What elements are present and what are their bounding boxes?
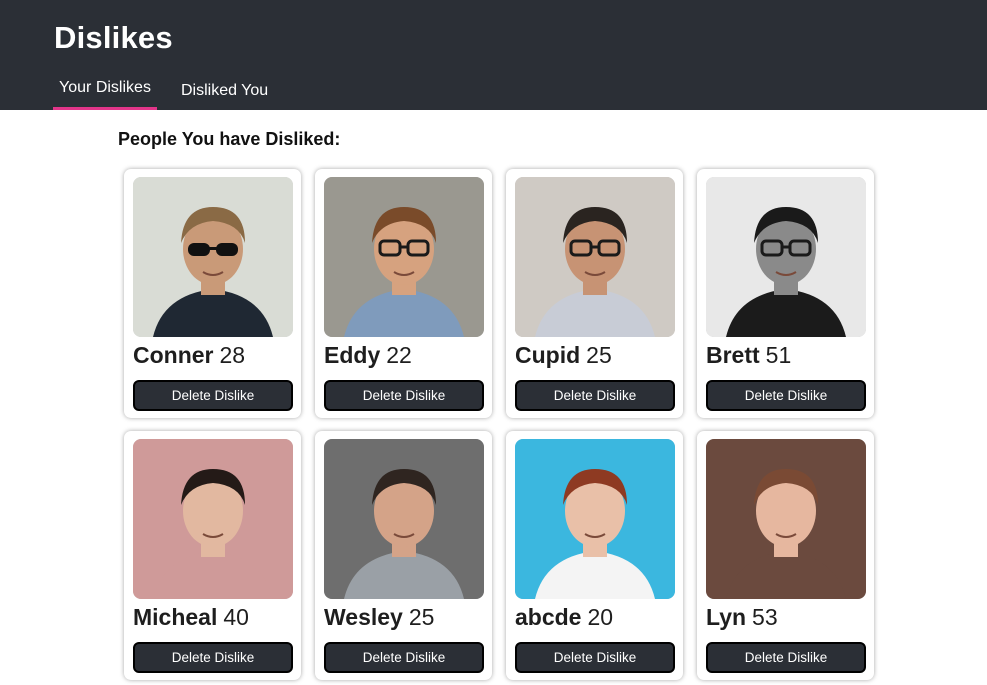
name-age-row: Lyn 53 — [706, 604, 778, 631]
delete-dislike-button[interactable]: Delete Dislike — [706, 380, 866, 411]
profile-photo — [706, 439, 866, 599]
active-tab-indicator — [53, 107, 157, 110]
profile-name: Eddy — [324, 342, 381, 368]
delete-dislike-button[interactable]: Delete Dislike — [706, 642, 866, 673]
delete-dislike-button[interactable]: Delete Dislike — [515, 380, 675, 411]
profile-card: Conner 28 Delete Dislike — [124, 169, 301, 418]
name-age-row: Micheal 40 — [133, 604, 249, 631]
name-age-row: Wesley 25 — [324, 604, 434, 631]
profile-age: 53 — [752, 604, 778, 630]
profile-card: abcde 20 Delete Dislike — [506, 431, 683, 680]
profile-age: 22 — [386, 342, 412, 368]
profile-age: 25 — [586, 342, 612, 368]
tab-your-dislikes-label: Your Dislikes — [59, 79, 151, 96]
delete-dislike-button[interactable]: Delete Dislike — [324, 642, 484, 673]
delete-dislike-button[interactable]: Delete Dislike — [324, 380, 484, 411]
profile-photo — [324, 177, 484, 337]
profile-card: Cupid 25 Delete Dislike — [506, 169, 683, 418]
tab-your-dislikes[interactable]: Your Dislikes — [53, 78, 157, 110]
profile-name: Lyn — [706, 604, 747, 630]
delete-dislike-button[interactable]: Delete Dislike — [133, 380, 293, 411]
name-age-row: Conner 28 — [133, 342, 245, 369]
top-header: Dislikes Your Dislikes Disliked You — [0, 0, 987, 110]
profile-card: Lyn 53 Delete Dislike — [697, 431, 874, 680]
profile-photo — [515, 177, 675, 337]
profile-name: Brett — [706, 342, 760, 368]
profile-grid: Conner 28 Delete Dislike Eddy 22 Delete Di… — [124, 169, 876, 680]
profile-card: Brett 51 Delete Dislike — [697, 169, 874, 418]
profile-age: 25 — [408, 604, 435, 630]
profile-name: abcde — [515, 604, 582, 630]
profile-name: Micheal — [133, 604, 218, 630]
profile-age: 40 — [223, 604, 249, 630]
profile-age: 51 — [765, 342, 792, 368]
profile-photo — [706, 177, 866, 337]
profile-age: 28 — [219, 342, 246, 368]
profile-photo — [133, 439, 293, 599]
profile-name: Conner — [133, 342, 214, 368]
profile-photo — [324, 439, 484, 599]
name-age-row: abcde 20 — [515, 604, 613, 631]
profile-card: Micheal 40 Delete Dislike — [124, 431, 301, 680]
section-heading: People You have Disliked: — [118, 129, 341, 149]
name-age-row: Cupid 25 — [515, 342, 612, 369]
profile-photo — [133, 177, 293, 337]
profile-name: Wesley — [324, 604, 403, 630]
tab-disliked-you[interactable]: Disliked You — [181, 82, 268, 114]
delete-dislike-button[interactable]: Delete Dislike — [133, 642, 293, 673]
name-age-row: Eddy 22 — [324, 342, 412, 369]
name-age-row: Brett 51 — [706, 342, 791, 369]
delete-dislike-button[interactable]: Delete Dislike — [515, 642, 675, 673]
profile-photo — [515, 439, 675, 599]
profile-age: 20 — [587, 604, 614, 630]
profile-card: Wesley 25 Delete Dislike — [315, 431, 492, 680]
profile-card: Eddy 22 Delete Dislike — [315, 169, 492, 418]
profile-name: Cupid — [515, 342, 581, 368]
page-title: Dislikes — [54, 20, 173, 55]
